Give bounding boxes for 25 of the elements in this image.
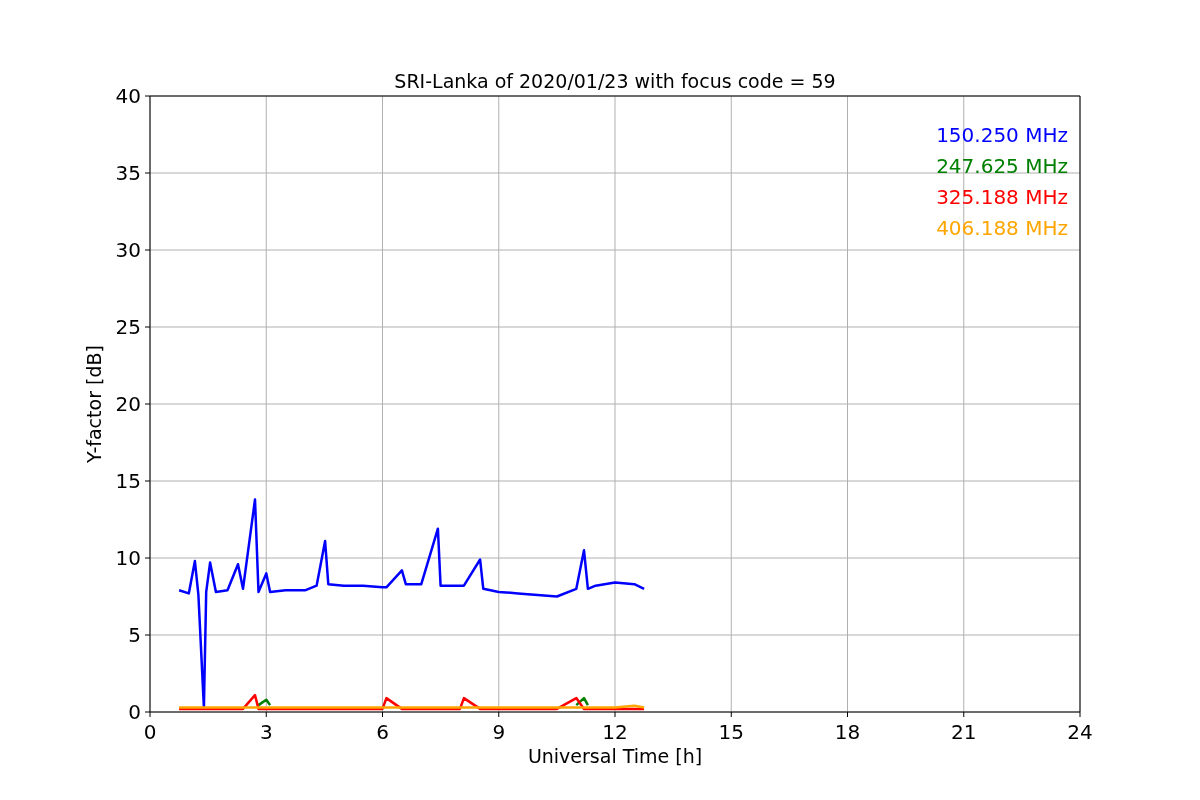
chart-title: SRI-Lanka of 2020/01/23 with focus code = 59 [394,70,836,92]
y-axis-label: Y-factor [dB] [83,345,105,463]
x-tick-label: 24 [1067,720,1093,744]
x-tick-label: 0 [143,720,157,744]
y-tick-label: 40 [115,84,141,108]
x-tick-label: 12 [602,720,628,744]
x-tick-label: 3 [259,720,273,744]
legend-label: 247.625 MHz [936,154,1068,178]
y-tick-label: 5 [128,623,141,647]
y-tick-label: 10 [115,546,141,570]
x-axis-label: Universal Time [h] [527,745,703,767]
x-tick-label: 9 [492,720,506,744]
y-tick-label: 0 [128,700,141,724]
legend-label: 325.188 MHz [936,185,1068,209]
x-tick-label: 18 [834,720,861,744]
y-tick-label: 35 [115,161,141,185]
x-tick-label: 15 [718,720,744,744]
y-tick-label: 30 [115,238,141,262]
x-tick-label: 6 [376,720,389,744]
y-tick-label: 15 [115,469,141,493]
y-tick-label: 25 [115,315,141,339]
x-tick-label: 21 [951,720,977,744]
legend-label: 150.250 MHz [936,123,1068,147]
legend-label: 406.188 MHz [936,216,1068,240]
y-tick-label: 20 [115,392,141,416]
